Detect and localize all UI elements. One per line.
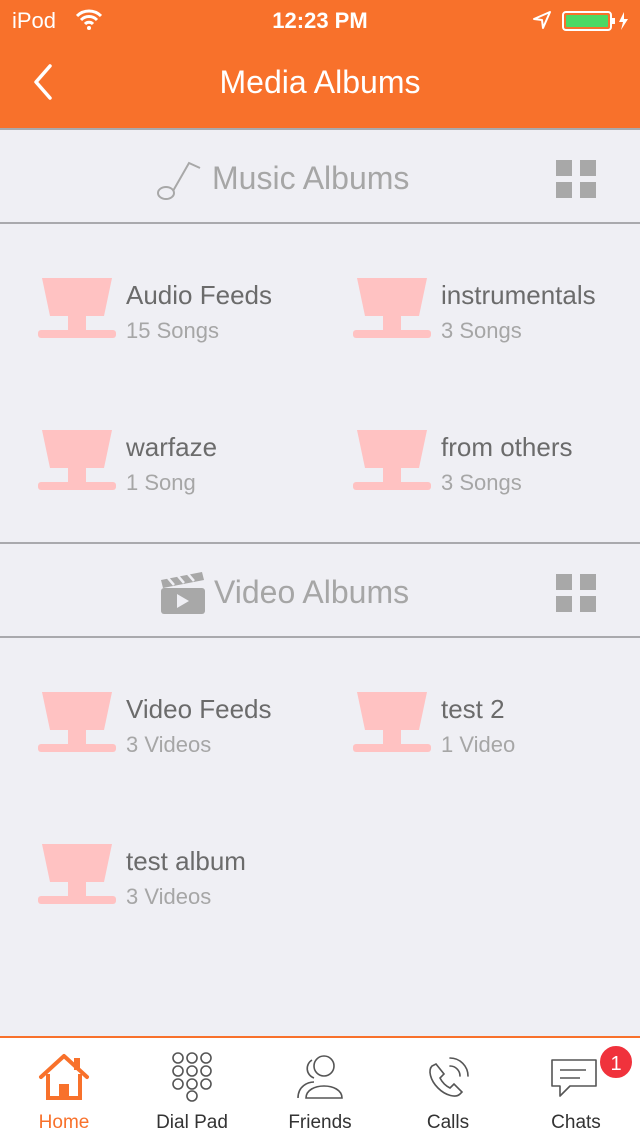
location-arrow-icon [533,11,551,29]
album-name: Audio Feeds [126,280,272,310]
album-audio-feeds[interactable]: Audio Feeds 15 Songs [38,278,338,358]
album-test-2[interactable]: test 2 1 Video [353,692,640,772]
grid-view-icon[interactable] [554,158,598,198]
calls-icon [429,1057,469,1097]
music-albums-header: Music Albums [0,128,640,224]
album-folder-icon [353,278,431,338]
home-icon [39,1054,89,1100]
album-folder-icon [353,692,431,752]
album-from-others[interactable]: from others 3 Songs [353,430,640,510]
tab-chats[interactable]: 1 Chats [512,1038,640,1136]
tab-dial-pad[interactable]: Dial Pad [128,1038,256,1136]
clapperboard-icon [161,572,205,614]
app-header: iPod 12:23 PM Media Albums [0,0,640,128]
album-count: 3 Songs [441,470,522,495]
album-count: 3 Videos [126,884,212,909]
tab-home[interactable]: Home [0,1038,128,1136]
status-bar: iPod 12:23 PM [0,0,640,40]
music-note-icon [157,161,201,200]
chats-unread-badge: 1 [598,1044,634,1080]
tab-label: Chats [551,1112,601,1133]
album-name: Video Feeds [126,694,272,724]
dial-pad-icon [172,1052,212,1102]
album-name: from others [441,432,573,462]
album-test-album[interactable]: test album 3 Videos [38,844,338,924]
tab-bar: Home Dial Pad Friends Calls 1 Chats [0,1036,640,1136]
album-name: test album [126,846,246,876]
album-folder-icon [38,430,116,490]
album-count: 15 Songs [126,318,219,343]
album-name: instrumentals [441,280,596,310]
music-albums-title: Music Albums [212,160,410,196]
tab-label: Dial Pad [156,1112,228,1133]
album-folder-icon [38,692,116,752]
album-name: test 2 [441,694,505,724]
grid-view-icon[interactable] [554,572,598,612]
tab-calls[interactable]: Calls [384,1038,512,1136]
album-count: 3 Videos [126,732,212,757]
battery-icon [562,11,628,31]
page-title: Media Albums [219,64,421,100]
navigation-bar: Media Albums [0,40,640,128]
chats-icon [551,1059,597,1097]
tab-label: Home [38,1112,90,1133]
album-count: 1 Video [441,732,516,757]
album-folder-icon [38,278,116,338]
album-count: 3 Songs [441,318,522,343]
album-instrumentals[interactable]: instrumentals 3 Songs [353,278,640,358]
album-warfaze[interactable]: warfaze 1 Song [38,430,338,510]
album-video-feeds[interactable]: Video Feeds 3 Videos [38,692,338,772]
video-albums-header: Video Albums [0,542,640,638]
album-count: 1 Song [126,470,196,495]
album-folder-icon [38,844,116,904]
album-folder-icon [353,430,431,490]
tab-label: Friends [288,1112,352,1133]
friends-icon [297,1055,343,1099]
album-name: warfaze [126,432,218,462]
tab-friends[interactable]: Friends [256,1038,384,1136]
video-albums-title: Video Albums [214,574,410,610]
tab-label: Calls [426,1112,470,1133]
